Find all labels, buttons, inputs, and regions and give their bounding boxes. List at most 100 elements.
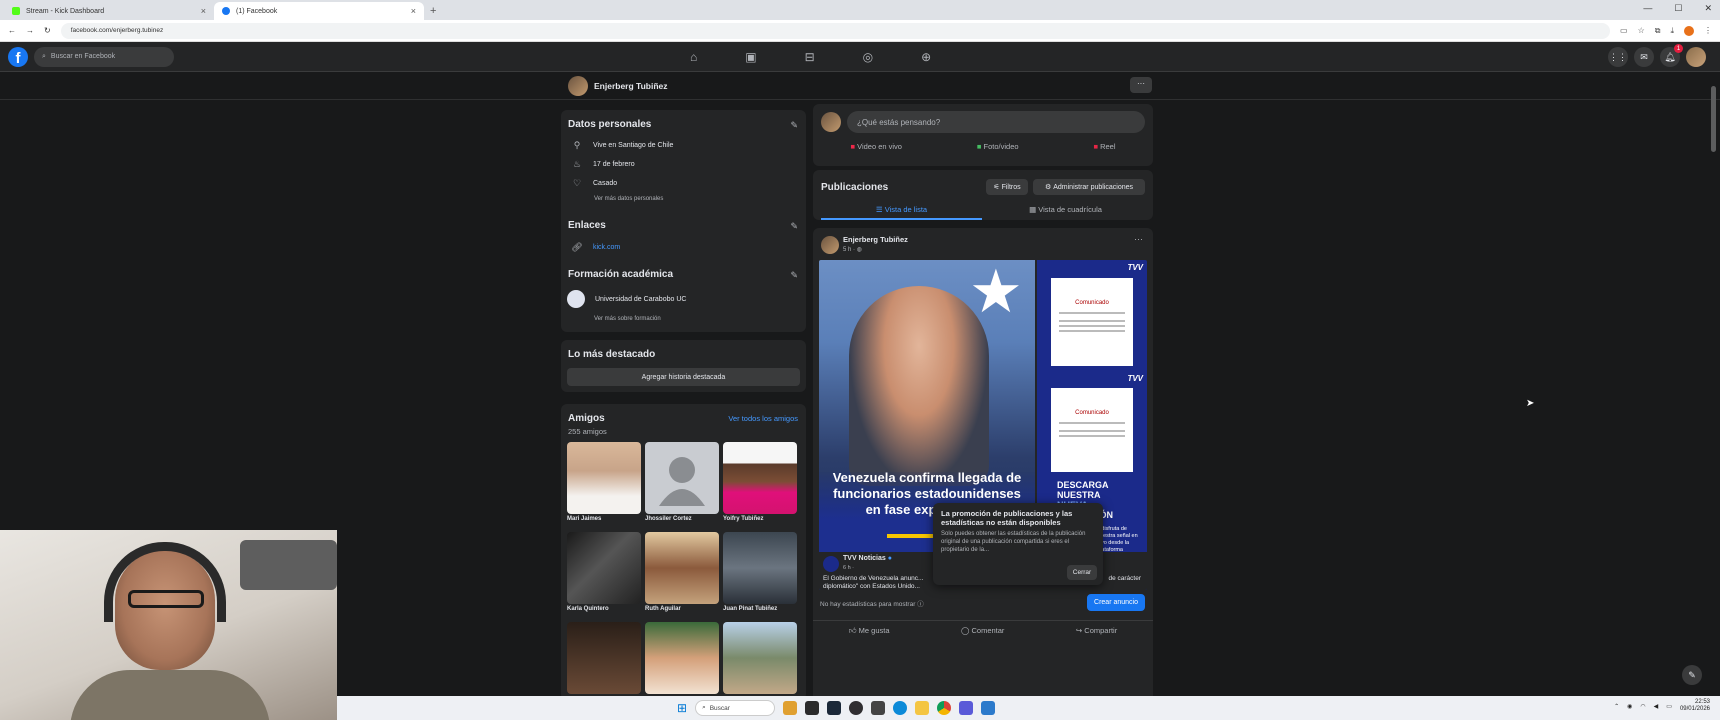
composer-input[interactable]: ¿Qué estás pensando? (847, 111, 1145, 133)
friend-name: Juan Pinat Tubiñez (723, 606, 778, 612)
close-icon[interactable]: × (411, 6, 416, 16)
edit-pencil-icon[interactable]: ✎ (790, 120, 798, 131)
comment-button[interactable]: ◯ Comentar (961, 626, 1004, 636)
friend-name: Ruth Aguilar (645, 606, 681, 612)
cast-icon[interactable]: ▭ (1620, 26, 1628, 36)
reel-button[interactable]: ■ Reel (1093, 142, 1115, 151)
post-options-icon[interactable]: ··· (1134, 234, 1143, 244)
more-personal-link[interactable]: Ver más datos personales (594, 196, 663, 202)
extensions-icon[interactable]: ⧉ (1655, 26, 1661, 36)
marketplace-icon[interactable]: ⊟ (805, 50, 815, 64)
clock[interactable]: 22:53 09/01/2026 (1680, 699, 1710, 713)
vscode-icon[interactable] (981, 701, 996, 715)
tab-label: (1) Facebook (236, 7, 278, 15)
see-all-friends-link[interactable]: Ver todos los amigos (728, 414, 798, 423)
video-icon[interactable]: ▣ (745, 50, 756, 64)
file-explorer-icon[interactable] (915, 701, 930, 715)
browser-tab-facebook[interactable]: (1) Facebook × (214, 2, 424, 20)
browser-profile-icon[interactable] (1684, 25, 1694, 36)
friends-card: Amigos 255 amigos Ver todos los amigos M… (561, 404, 806, 700)
filter-icon: ⚟ (993, 184, 1000, 191)
default-avatar-icon (659, 457, 705, 506)
friend-tile[interactable] (645, 622, 719, 700)
post-author[interactable]: Enjerberg Tubiñez (843, 235, 908, 244)
more-options-button[interactable]: ··· (1130, 77, 1152, 93)
page-scrollbar[interactable] (1711, 86, 1716, 152)
edge-icon[interactable] (893, 701, 908, 715)
friend-tile[interactable]: Juan Pinat Tubiñez (723, 532, 797, 618)
tray-app-icon[interactable]: ◉ (1627, 703, 1632, 710)
friend-tile[interactable]: Ruth Aguilar (645, 532, 719, 618)
tab-list-view[interactable]: ☰ Vista de lista (821, 200, 982, 220)
downloads-icon[interactable]: ⤓ (1670, 26, 1674, 36)
steam-icon[interactable] (827, 701, 842, 715)
friend-tile[interactable] (723, 622, 797, 700)
manage-posts-button[interactable]: ⚙ Administrar publicaciones (1033, 179, 1145, 195)
like-button[interactable]: 👍︎ Me gusta (849, 626, 890, 636)
tooltip-title: La promoción de publicaciones y las esta… (941, 509, 1073, 527)
messenger-icon[interactable]: ✉ (1634, 47, 1654, 67)
menu-icon[interactable]: ⋮ (1704, 26, 1712, 36)
obs-icon[interactable] (849, 701, 864, 715)
facebook-logo-icon[interactable]: f (8, 46, 28, 67)
home-icon[interactable]: ⌂ (690, 50, 697, 64)
new-message-icon[interactable]: ✎ (1682, 665, 1702, 685)
url-field[interactable]: facebook.com/enjerberg.tubinez (60, 22, 1610, 39)
tvv-logo-icon (823, 556, 839, 572)
friend-tile[interactable]: Yoifry Tubiñez (723, 442, 797, 528)
create-ad-button[interactable]: Crear anuncio (1087, 594, 1145, 611)
education-item[interactable]: Universidad de Carabobo UC (567, 290, 686, 308)
task-view-icon[interactable] (805, 701, 820, 715)
gaming-icon[interactable]: ⊕ (921, 50, 931, 64)
forward-icon[interactable]: → (26, 26, 34, 35)
share-button[interactable]: ↪ Compartir (1076, 626, 1117, 636)
widgets-icon[interactable] (783, 701, 798, 715)
notifications-icon[interactable]: 🔔︎ 1 (1660, 44, 1683, 67)
windows-start-icon[interactable]: ⊞ (677, 701, 687, 715)
browser-toolbar-icons: ▭ ☆ ⧉ ⤓ ⋮ (1620, 25, 1712, 36)
close-tooltip-button[interactable]: Cerrar (1067, 565, 1097, 580)
back-icon[interactable]: ← (8, 26, 16, 35)
wifi-icon[interactable]: ◠ (1640, 703, 1645, 710)
link-text[interactable]: kick.com (593, 244, 620, 251)
close-window-icon[interactable]: ✕ (1704, 3, 1712, 14)
photo-video-button[interactable]: ■ Foto/video (977, 142, 1019, 151)
battery-icon[interactable]: ▭ (1666, 703, 1672, 710)
info-icon[interactable]: ⓘ (917, 601, 924, 608)
live-video-icon: ■ (850, 142, 855, 151)
edit-pencil-icon[interactable]: ✎ (790, 221, 798, 232)
reload-icon[interactable]: ↻ (44, 26, 51, 35)
menu-grid-icon[interactable]: ⋮⋮ (1608, 47, 1628, 67)
profile-name-block[interactable]: Enjerberg Tubiñez (568, 76, 668, 96)
taskbar-search[interactable]: ⌕ Buscar (695, 700, 776, 716)
friend-photo (723, 622, 797, 694)
friend-tile[interactable]: Jhossiler Cortez (645, 442, 719, 528)
account-avatar[interactable] (1686, 47, 1706, 67)
avatar (568, 76, 588, 96)
more-education-link[interactable]: Ver más sobre formación (594, 316, 661, 322)
facebook-search[interactable]: ⌕ Buscar en Facebook (34, 46, 174, 67)
friend-tile[interactable]: Mari Jaimes (567, 442, 641, 528)
minimize-icon[interactable]: — (1643, 3, 1652, 14)
filters-button[interactable]: ⚟ Filtros (986, 179, 1028, 195)
link-item[interactable]: 🔗︎ kick.com (571, 242, 620, 253)
tab-grid-view[interactable]: ▦ Vista de cuadrícula (985, 200, 1146, 220)
groups-icon[interactable]: ◎ (863, 50, 873, 64)
app-icon[interactable] (871, 701, 886, 715)
communique-label: Comunicado (1075, 300, 1109, 306)
edit-pencil-icon[interactable]: ✎ (790, 270, 798, 281)
friend-tile[interactable] (567, 622, 641, 700)
live-video-button[interactable]: ■ Video en vivo (850, 142, 902, 151)
add-featured-button[interactable]: Agregar historia destacada (567, 368, 800, 386)
new-tab-icon[interactable]: + (430, 5, 436, 17)
browser-tab-kick[interactable]: Stream - Kick Dashboard × (4, 2, 214, 20)
maximize-icon[interactable]: ☐ (1674, 3, 1682, 14)
close-icon[interactable]: × (201, 6, 206, 16)
grid-icon: ▦ (1029, 205, 1037, 214)
app-icon[interactable] (959, 701, 974, 715)
tray-chevron-icon[interactable]: ⌃ (1614, 703, 1619, 710)
friend-tile[interactable]: Karla Quintero (567, 532, 641, 618)
volume-icon[interactable]: ◀ (1654, 703, 1659, 710)
chrome-icon[interactable] (937, 701, 952, 715)
bookmark-icon[interactable]: ☆ (1638, 26, 1645, 36)
